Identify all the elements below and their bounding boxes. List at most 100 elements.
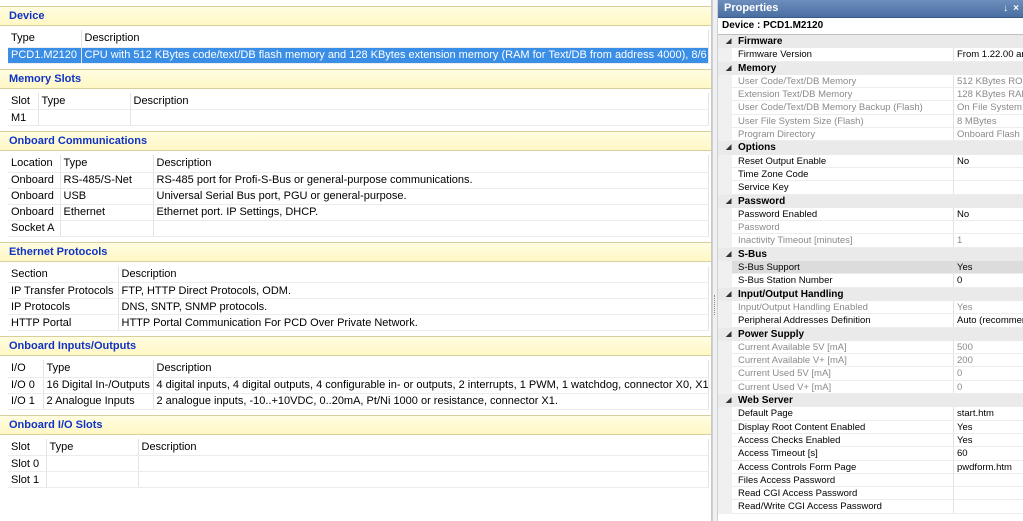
property-value[interactable] — [954, 500, 1023, 512]
table-row[interactable]: Onboard RS-485/S-Net RS-485 port for Profi… — [8, 172, 709, 189]
property-row[interactable]: Password — [732, 221, 1023, 235]
column-header[interactable]: Description — [138, 438, 709, 456]
table-cell[interactable]: Ethernet — [60, 204, 154, 221]
property-category[interactable]: ◢ Input/Output Handling — [718, 287, 1023, 301]
property-row[interactable]: Current Used V+ [mA] 0 — [732, 380, 1023, 395]
table-row[interactable]: Slot 0 — [8, 455, 709, 472]
property-row[interactable]: Current Available V+ [mA] 200 — [732, 354, 1023, 368]
property-value[interactable]: Yes — [954, 421, 1023, 433]
property-row[interactable]: Input/Output Handling Enabled Yes — [732, 300, 1023, 315]
property-category[interactable]: ◢ S-Bus — [718, 247, 1023, 262]
table-cell[interactable]: 16 Digital In-/Outputs — [43, 377, 154, 394]
pin-icon[interactable]: ↓ — [1003, 3, 1008, 14]
property-row[interactable]: Current Used 5V [mA] 0 — [732, 367, 1023, 381]
table-cell[interactable]: RS-485/S-Net — [60, 172, 154, 189]
table-cell[interactable] — [38, 109, 131, 126]
table-row[interactable]: M1 — [8, 109, 709, 126]
property-value[interactable]: No — [954, 208, 1023, 220]
table-cell[interactable]: Onboard — [8, 188, 61, 205]
table-cell[interactable]: I/O 1 — [8, 393, 44, 410]
table-cell[interactable] — [46, 455, 139, 472]
table-cell[interactable]: HTTP Portal — [8, 314, 119, 331]
property-value[interactable]: Auto (recommen — [954, 314, 1023, 326]
property-row[interactable]: Access Controls Form Page pwdform.htm — [732, 460, 1023, 474]
column-header[interactable]: Description — [130, 92, 709, 110]
table-cell[interactable] — [130, 109, 709, 126]
table-cell[interactable] — [46, 471, 139, 488]
column-header[interactable]: Slot — [8, 438, 47, 456]
collapse-icon[interactable]: ◢ — [726, 328, 731, 341]
table-cell[interactable]: Slot 1 — [8, 471, 47, 488]
table-cell[interactable]: Universal Serial Bus port, PGU or genera… — [153, 188, 709, 205]
column-header[interactable]: Type — [60, 155, 154, 173]
table-row[interactable]: Slot 1 — [8, 471, 709, 488]
property-row[interactable]: S-Bus Support Yes — [732, 261, 1023, 275]
property-row[interactable]: S-Bus Station Number 0 — [732, 274, 1023, 288]
table-cell[interactable]: CPU with 512 KBytes code/text/DB flash m… — [81, 47, 709, 64]
property-value[interactable]: pwdform.htm — [954, 461, 1023, 473]
table-cell[interactable]: USB — [60, 188, 154, 205]
property-category[interactable]: ◢ Firmware — [718, 35, 1023, 49]
column-header[interactable]: Description — [118, 265, 709, 283]
property-category[interactable]: ◢ Web Server — [718, 394, 1023, 408]
property-value[interactable]: No — [954, 155, 1023, 167]
property-row[interactable]: User Code/Text/DB Memory512 KBytes ROM — [732, 74, 1023, 89]
property-value[interactable]: Yes — [954, 434, 1023, 446]
property-category[interactable]: ◢ Memory — [718, 61, 1023, 75]
collapse-icon[interactable]: ◢ — [726, 62, 731, 75]
property-row[interactable]: Display Root Content Enabled Yes — [732, 420, 1023, 434]
property-value[interactable]: 60 — [954, 447, 1023, 459]
table-cell[interactable]: PCD1.M2120 — [8, 47, 82, 64]
property-row[interactable]: Inactivity Timeout [minutes] 1 — [732, 234, 1023, 248]
table-cell[interactable]: IP Transfer Protocols — [8, 282, 119, 299]
property-row[interactable]: Firmware Version From 1.22.00 an — [732, 48, 1023, 62]
table-cell[interactable]: FTP, HTTP Direct Protocols, ODM. — [118, 282, 709, 299]
property-row[interactable]: Access Timeout [s] 60 — [732, 447, 1023, 461]
property-row[interactable]: Time Zone Code — [732, 167, 1023, 182]
column-header[interactable]: Slot — [8, 92, 39, 110]
table-row[interactable]: HTTP Portal HTTP Portal Communication For… — [8, 314, 709, 331]
property-category[interactable]: ◢ Power Supply — [718, 327, 1023, 341]
property-value[interactable]: start.htm — [954, 407, 1023, 419]
table-cell[interactable]: 2 analogue inputs, -10..+10VDC, 0..20mA,… — [153, 393, 709, 410]
collapse-icon[interactable]: ◢ — [726, 141, 731, 154]
column-header[interactable]: Section — [8, 265, 119, 283]
table-row[interactable]: I/O 0 16 Digital In-/Outputs 4 digital inp… — [8, 377, 709, 394]
property-row[interactable]: Extension Text/DB Memory 128 KBytes RAM — [732, 88, 1023, 102]
property-row[interactable]: User Code/Text/DB Memory Backup (Flash) O… — [732, 101, 1023, 115]
table-cell[interactable] — [138, 471, 709, 488]
property-value[interactable] — [954, 181, 1023, 193]
table-cell[interactable]: RS-485 port for Profi-S-Bus or general-p… — [153, 172, 709, 189]
property-row[interactable]: Program Directory Onboard Flash — [732, 128, 1023, 142]
table-cell[interactable] — [60, 220, 154, 237]
table-cell[interactable]: Slot 0 — [8, 455, 47, 472]
property-row[interactable]: Access Checks Enabled Yes — [732, 433, 1023, 448]
property-value[interactable] — [954, 168, 1023, 180]
property-value[interactable] — [954, 487, 1023, 499]
column-header[interactable]: Description — [153, 360, 709, 378]
table-cell[interactable]: Onboard — [8, 204, 61, 221]
table-cell[interactable]: M1 — [8, 109, 39, 126]
table-row[interactable]: Socket A — [8, 220, 709, 237]
table-cell[interactable]: 2 Analogue Inputs — [43, 393, 154, 410]
column-header[interactable]: Description — [81, 30, 709, 48]
property-category[interactable]: ◢ Options — [718, 141, 1023, 155]
property-row[interactable]: User File System Size (Flash) 8 MBytes — [732, 114, 1023, 129]
column-header[interactable]: Type — [8, 30, 82, 48]
table-cell[interactable]: Onboard — [8, 172, 61, 189]
collapse-icon[interactable]: ◢ — [726, 248, 731, 261]
splitter-grip[interactable] — [714, 295, 716, 315]
column-header[interactable]: Type — [43, 360, 154, 378]
table-cell[interactable]: IP Protocols — [8, 298, 119, 315]
table-cell[interactable]: 4 digital inputs, 4 digital outputs, 4 c… — [153, 377, 709, 394]
property-row[interactable]: Reset Output Enable No — [732, 154, 1023, 168]
property-row[interactable]: Files Access Password — [732, 473, 1023, 488]
property-value[interactable]: Yes — [954, 261, 1023, 273]
property-row[interactable]: Read CGI Access Password — [732, 487, 1023, 501]
property-value[interactable]: 0 — [954, 274, 1023, 286]
collapse-icon[interactable]: ◢ — [726, 35, 731, 48]
collapse-icon[interactable]: ◢ — [726, 195, 731, 208]
table-row[interactable]: Onboard USB Universal Serial Bus port, PGU… — [8, 188, 709, 205]
table-cell[interactable] — [138, 455, 709, 472]
table-cell[interactable]: DNS, SNTP, SNMP protocols. — [118, 298, 709, 315]
